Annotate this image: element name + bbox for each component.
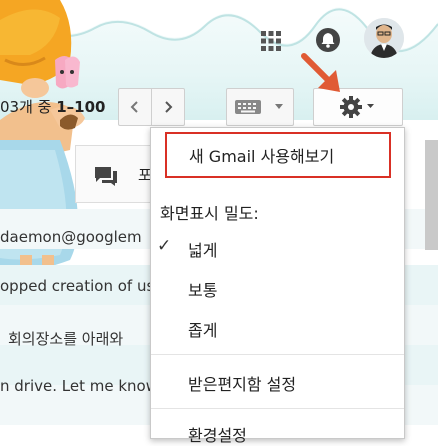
menu-divider [151,354,404,355]
chevron-right-icon [165,101,173,113]
bell-icon[interactable] [315,27,341,53]
page-range-value: 1–100 [56,98,106,116]
density-option-label: 넓게 [188,241,218,260]
grid-apps-icon[interactable] [260,30,282,52]
settings-label: 환경설정 [188,426,247,445]
density-heading: 화면표시 밀도: [160,204,259,223]
input-tools-button[interactable] [226,88,294,126]
density-option-label: 보통 [188,281,218,300]
list-item-text: n drive. Let me know [0,377,150,395]
scrollbar[interactable] [425,140,438,250]
newer-page-button[interactable] [119,89,151,125]
list-item[interactable]: n drive. Let me know [0,377,150,395]
menu-divider [151,408,404,409]
profile-photo-icon [364,18,404,58]
list-item[interactable]: opped creation of us [0,277,150,295]
try-new-gmail-item[interactable]: 새 Gmail 사용해보기 [165,132,391,178]
checkmark-icon: ✓ [157,236,172,256]
density-cozy-item[interactable]: 보통 [188,277,217,301]
density-compact-item[interactable]: 좁게 [188,317,217,341]
avatar[interactable] [364,18,404,58]
inbox-settings-item[interactable]: 받은편지함 설정 [188,371,296,395]
pagination-controls [118,88,185,126]
inbox-settings-label: 받은편지함 설정 [188,375,297,394]
density-comfortable-item[interactable]: 넓게 [188,237,217,261]
page-range-text: 03개 중 1–100 [0,96,105,117]
annotation-arrow-icon [301,53,340,92]
try-new-gmail-label: 새 Gmail 사용해보기 [189,147,335,166]
chevron-left-icon [130,101,138,113]
tab-primary[interactable]: 포 [75,145,156,203]
chat-bubble-icon [95,167,117,186]
list-item[interactable]: 회의장소를 아래와 [8,328,158,349]
page-range-prefix: 03개 중 [0,98,57,116]
older-page-button[interactable] [151,89,184,125]
settings-item[interactable]: 환경설정 [188,422,247,446]
list-item-text: opped creation of us [0,277,150,295]
list-item-text: daemon@googlem [0,228,142,246]
list-item[interactable]: daemon@googlem [0,228,150,246]
settings-menu: 새 Gmail 사용해보기 화면표시 밀도: ✓ 넓게 보통 좁게 받은편지함 … [150,127,405,445]
list-item-text: 회의장소를 아래와 [8,330,124,348]
density-option-label: 좁게 [188,321,218,340]
keyboard-icon [235,100,283,114]
